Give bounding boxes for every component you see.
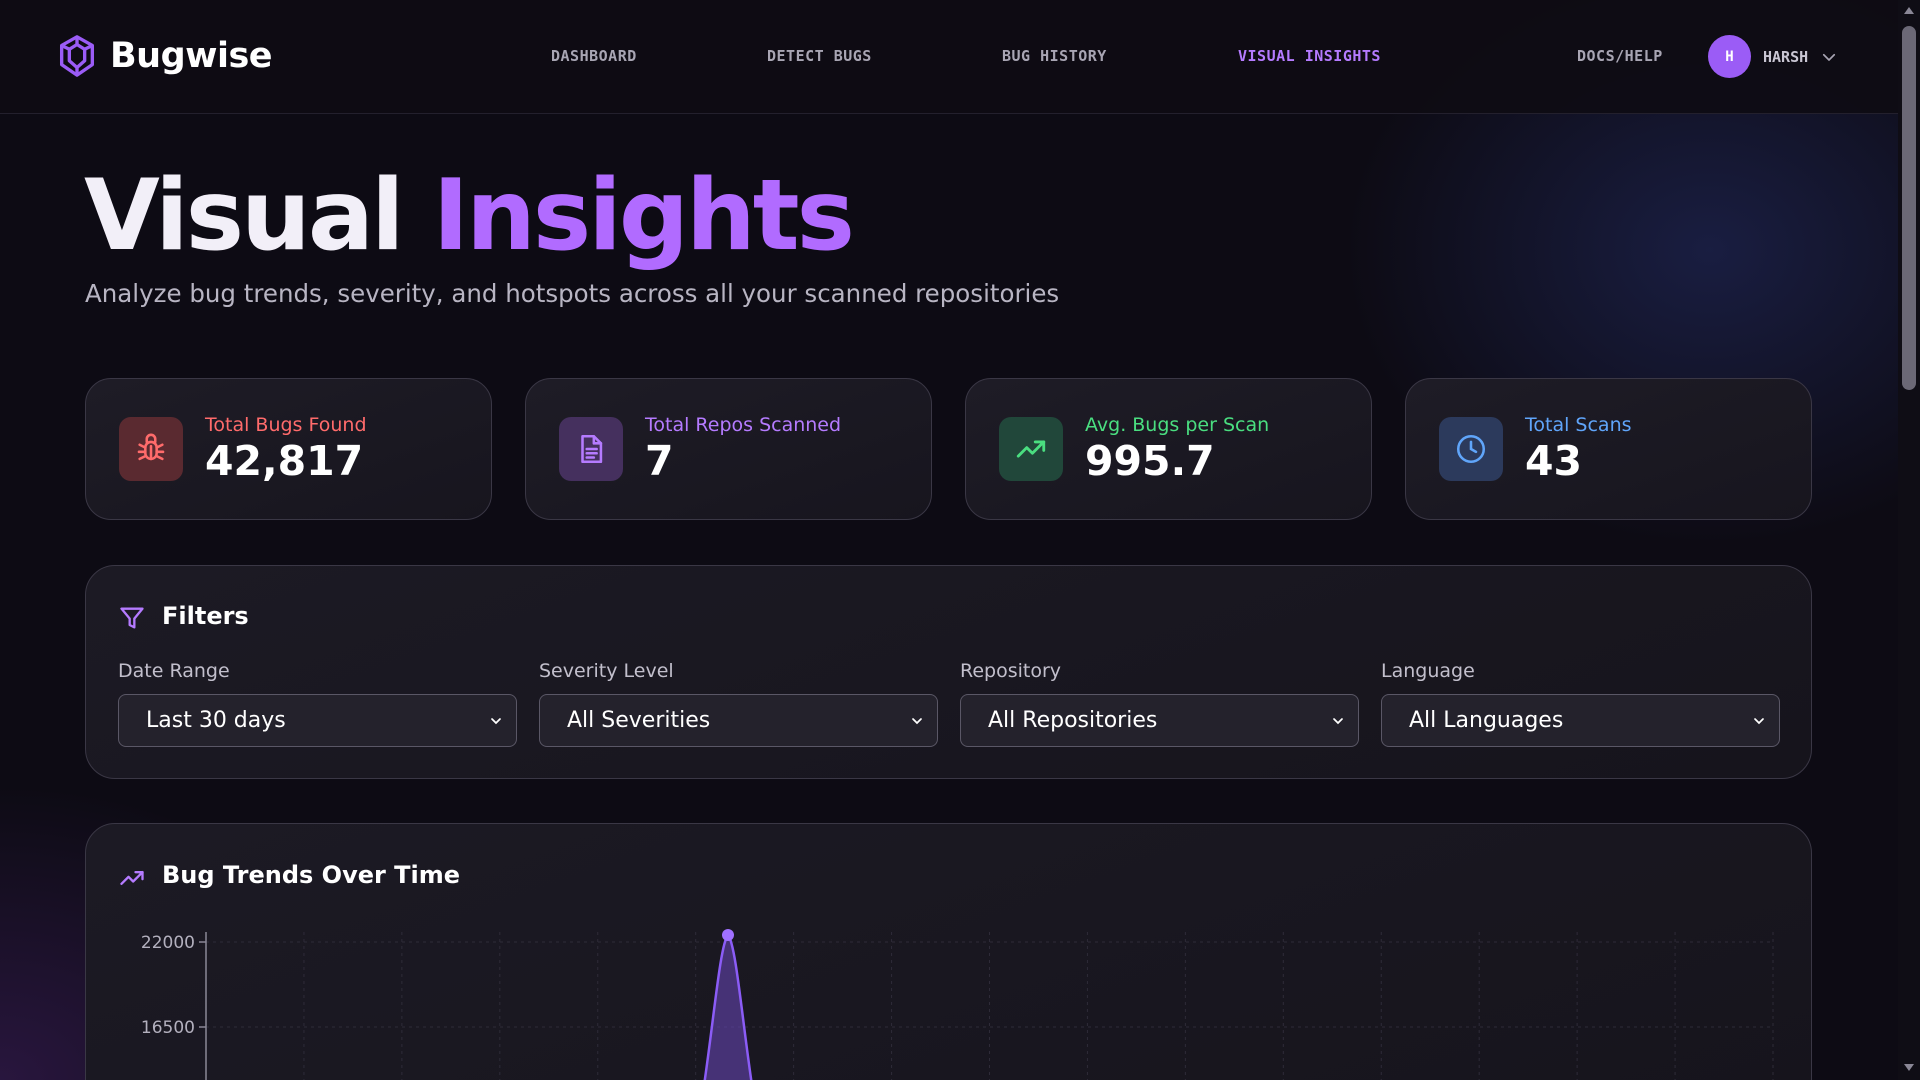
select-value: All Severities [567, 708, 711, 733]
bugwise-logo-icon [59, 35, 95, 77]
filter-label: Date Range [118, 660, 230, 682]
stat-card-avg-bugs: Avg. Bugs per Scan 995.7 [965, 378, 1372, 520]
brand-logo[interactable]: Bugwise [54, 33, 273, 79]
y-tick-label: 22000 [141, 933, 195, 953]
nav-link-docs-help[interactable]: DOCS/HELP [1577, 47, 1663, 65]
user-name: HARSH [1763, 47, 1809, 66]
filter-repository: Repository All Repositories [960, 660, 1359, 747]
scroll-thumb[interactable] [1902, 26, 1916, 390]
user-menu[interactable]: H HARSH [1708, 35, 1838, 78]
chevron-down-icon [1823, 53, 1836, 61]
repository-select[interactable]: All Repositories [960, 694, 1359, 747]
chevron-down-icon [1333, 717, 1343, 724]
severity-select[interactable]: All Severities [539, 694, 938, 747]
peak-point[interactable] [722, 929, 734, 941]
page-title-part1: Visual [84, 159, 405, 273]
nav-link-detect-bugs[interactable]: DETECT BUGS [767, 47, 872, 65]
y-axis: 22000 16500 [141, 932, 207, 1080]
trend-area [703, 933, 753, 1080]
bug-trends-chart: 22000 16500 [141, 929, 1774, 1080]
page-subtitle: Analyze bug trends, severity, and hotspo… [85, 279, 1060, 308]
nav-link-visual-insights[interactable]: VISUAL INSIGHTS [1238, 47, 1381, 65]
filters-panel: Filters Date Range Last 30 days Severity… [85, 565, 1812, 779]
stat-value: 43 [1525, 437, 1583, 485]
avatar: H [1708, 35, 1751, 78]
page-scrollbar[interactable] [1898, 0, 1920, 1080]
bug-icon [137, 433, 165, 461]
stat-label: Total Scans [1525, 414, 1632, 436]
stat-card-total-scans: Total Scans 43 [1405, 378, 1812, 520]
filters-title: Filters [162, 602, 249, 630]
stat-value: 42,817 [205, 437, 364, 485]
chart-grid [205, 932, 1774, 1080]
filter-label: Repository [960, 660, 1062, 682]
filter-icon [120, 607, 144, 629]
language-select[interactable]: All Languages [1381, 694, 1780, 747]
stat-card-repos-scanned: Total Repos Scanned 7 [525, 378, 932, 520]
stat-card-total-bugs: Total Bugs Found 42,817 [85, 378, 492, 520]
stat-icon-container [999, 417, 1063, 481]
stat-icon-container [119, 417, 183, 481]
date-range-select[interactable]: Last 30 days [118, 694, 517, 747]
scroll-down-arrow-icon[interactable] [1903, 1062, 1915, 1074]
nav-link-dashboard[interactable]: DASHBOARD [551, 47, 637, 65]
stat-label: Total Repos Scanned [645, 414, 842, 436]
brand-name: Bugwise [110, 36, 273, 76]
filter-language: Language All Languages [1381, 660, 1780, 747]
stat-icon-container [559, 417, 623, 481]
stat-value: 7 [645, 437, 674, 485]
stat-value: 995.7 [1085, 437, 1215, 485]
filter-date-range: Date Range Last 30 days [118, 660, 517, 747]
scroll-up-arrow-icon[interactable] [1903, 4, 1915, 16]
page-title: Visual Insights [84, 162, 855, 271]
filter-severity: Severity Level All Severities [539, 660, 938, 747]
chevron-down-icon [912, 717, 922, 724]
select-value: All Repositories [988, 708, 1158, 733]
select-value: Last 30 days [146, 708, 286, 733]
stat-label: Total Bugs Found [205, 414, 367, 436]
bug-trends-panel: Bug Trends Over Time 22000 16500 [85, 823, 1812, 1080]
document-icon [581, 434, 603, 464]
chevron-down-icon [491, 717, 501, 724]
y-tick-label: 16500 [141, 1018, 195, 1038]
filter-label: Severity Level [539, 660, 674, 682]
nav-link-bug-history[interactable]: BUG HISTORY [1002, 47, 1107, 65]
clock-icon [1456, 434, 1486, 464]
filter-label: Language [1381, 660, 1475, 682]
chevron-down-icon [1754, 717, 1764, 724]
select-value: All Languages [1409, 708, 1564, 733]
trending-up-icon [1016, 440, 1046, 458]
page-title-part2: Insights [432, 159, 855, 273]
stat-label: Avg. Bugs per Scan [1085, 414, 1270, 436]
stat-icon-container [1439, 417, 1503, 481]
top-navbar: Bugwise DASHBOARD DETECT BUGS BUG HISTOR… [0, 0, 1898, 114]
